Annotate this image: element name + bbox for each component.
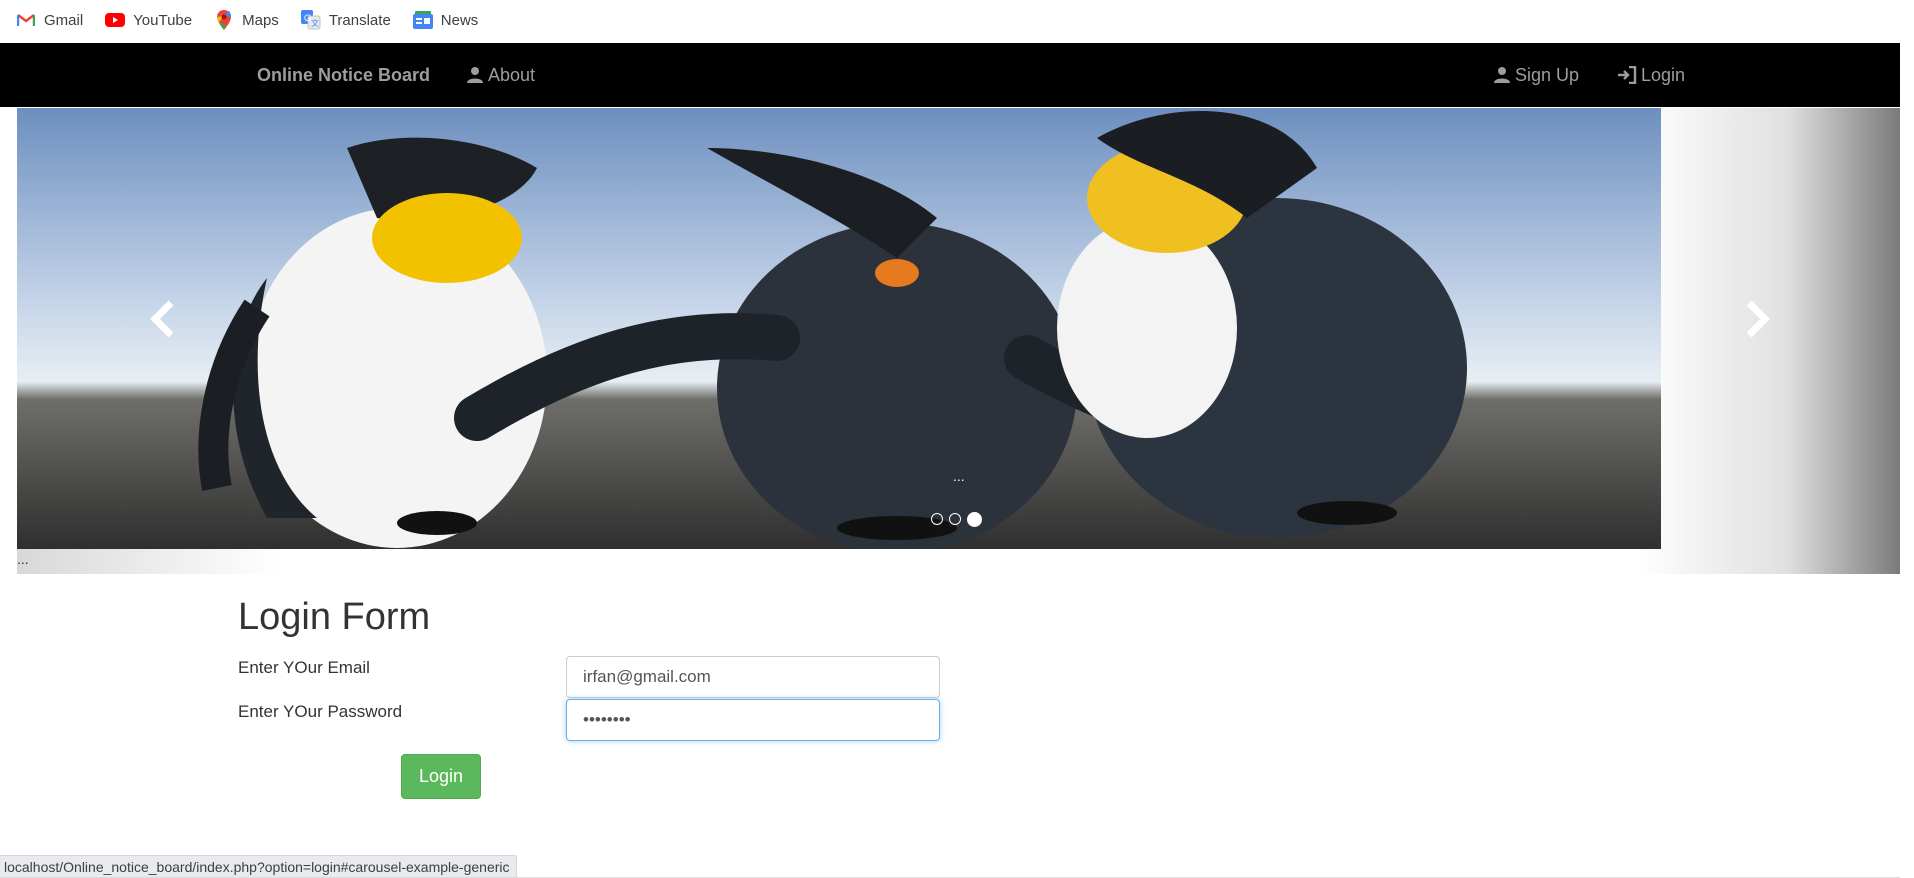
password-input[interactable]: •••••••• (566, 699, 940, 741)
email-input[interactable] (566, 656, 940, 698)
bookmark-label: Maps (242, 11, 279, 29)
bookmark-gmail[interactable]: Gmail (16, 10, 83, 30)
chevron-left-icon (150, 300, 174, 338)
nav-login[interactable]: Login (1617, 43, 1685, 107)
gmail-icon (16, 10, 36, 30)
carousel-indicator-1[interactable] (931, 513, 943, 525)
top-navbar: Online Notice Board About Sign Up Login (0, 43, 1900, 107)
nav-signup-label: Sign Up (1515, 64, 1580, 85)
log-in-icon (1618, 66, 1637, 84)
svg-text:文: 文 (311, 18, 319, 28)
carousel-slide-image: ... (17, 108, 1661, 549)
bookmark-label: YouTube (133, 11, 193, 29)
password-label: Enter YOur Password (238, 702, 403, 721)
slide-caption: ... (953, 468, 965, 484)
bookmark-translate[interactable]: G文 Translate (300, 10, 391, 30)
nav-signup[interactable]: Sign Up (1493, 43, 1579, 107)
bookmark-label: Translate (328, 11, 391, 29)
carousel-indicator-3[interactable] (967, 512, 982, 527)
bookmark-label: News (440, 11, 479, 29)
maps-icon (214, 10, 234, 30)
carousel-next-button[interactable] (1737, 294, 1777, 344)
bookmark-label: Gmail (44, 11, 84, 29)
browser-status-url: localhost/Online_notice_board/index.php?… (0, 855, 517, 878)
nav-about[interactable]: About (466, 43, 535, 107)
user-icon (1494, 67, 1510, 83)
nav-login-label: Login (1641, 64, 1686, 85)
translate-icon: G文 (300, 10, 321, 30)
login-form-title: Login Form (238, 596, 431, 638)
email-label: Enter YOur Email (238, 658, 370, 677)
image-carousel: ... ... (17, 108, 1900, 574)
user-icon (467, 67, 483, 83)
carousel-prev-button[interactable] (143, 294, 183, 344)
brand-link[interactable]: Online Notice Board (257, 43, 430, 107)
carousel-indicator-2[interactable] (949, 513, 961, 525)
svg-text:G: G (304, 13, 311, 23)
youtube-icon (105, 10, 126, 30)
carousel-outer-caption: ... (17, 551, 29, 567)
carousel-indicators (931, 512, 982, 527)
bookmarks-bar: Gmail YouTube Maps G文 Translate News (0, 0, 1914, 40)
chevron-right-icon (1746, 300, 1770, 338)
bookmark-news[interactable]: News (412, 10, 479, 30)
news-icon (412, 10, 433, 30)
bookmark-maps[interactable]: Maps (214, 10, 279, 30)
bookmark-youtube[interactable]: YouTube (105, 10, 192, 30)
login-submit-button[interactable]: Login (401, 754, 481, 799)
nav-about-label: About (488, 64, 536, 85)
